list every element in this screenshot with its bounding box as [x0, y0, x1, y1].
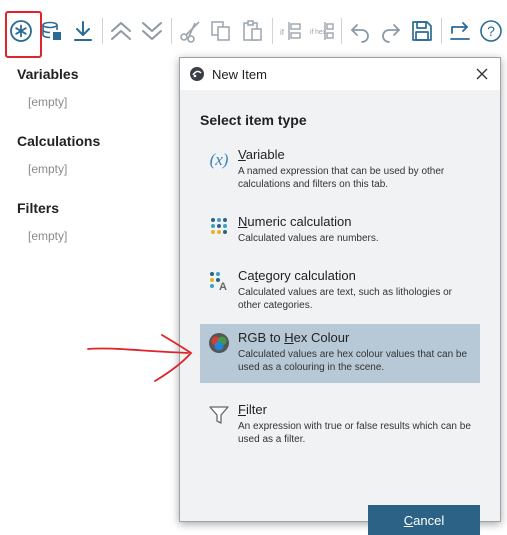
item-name: Category calculation [238, 268, 356, 283]
filters-section: Filters [empty] [17, 198, 167, 244]
if-block-icon: if [280, 22, 301, 40]
category-dots-icon: A [206, 268, 232, 294]
item-name: Numeric calculation [238, 214, 352, 229]
redo-button[interactable] [376, 14, 406, 48]
svg-text:if: if [280, 28, 285, 37]
numeric-dots-icon [206, 214, 232, 240]
toolbar: if if hex ? [0, 0, 507, 62]
item-type-numeric-calculation[interactable]: Numeric calculation Calculated values ar… [200, 208, 480, 251]
svg-text:if: if [310, 29, 314, 36]
undo-icon [350, 24, 369, 43]
paste-icon [242, 20, 262, 41]
save-button[interactable] [407, 14, 437, 48]
new-item-dialog: New Item Select item type (x) Variable A… [179, 57, 501, 535]
rgb-circles-icon [206, 330, 232, 356]
toolbar-separator [102, 18, 104, 44]
save-icon [412, 21, 432, 41]
item-name: Filter [238, 402, 267, 417]
variable-x-icon: (x) [206, 147, 232, 173]
app-logo-icon [190, 67, 204, 81]
scissors-icon [180, 21, 200, 43]
export-button[interactable] [445, 14, 475, 48]
section-empty-placeholder: [empty] [28, 95, 68, 109]
section-title-calculations: Calculations [17, 133, 101, 149]
item-name: Variable [238, 147, 285, 162]
section-empty-placeholder: [empty] [28, 162, 68, 176]
cut-button[interactable] [175, 14, 205, 48]
select-item-type-heading: Select item type [200, 112, 307, 128]
copy-button[interactable] [206, 14, 236, 48]
item-type-category-calculation[interactable]: A Category calculation Calculated values… [200, 262, 480, 318]
annotation-highlight-box [5, 11, 42, 58]
section-title-variables: Variables [17, 66, 79, 82]
help-button[interactable]: ? [476, 14, 506, 48]
download-arrow-icon [74, 21, 93, 41]
item-type-rgb-to-hex-colour[interactable]: RGB to Hex Colour Calculated values are … [200, 324, 480, 383]
insert-ifhex-button[interactable]: if hex [307, 14, 337, 48]
if-hex-block-icon: if hex [310, 22, 334, 40]
section-title-filters: Filters [17, 200, 60, 216]
svg-text:A: A [219, 281, 227, 292]
undo-button[interactable] [345, 14, 375, 48]
export-arrow-icon [450, 22, 470, 40]
dialog-titlebar: New Item [180, 58, 500, 90]
svg-text:(x): (x) [210, 150, 229, 169]
dialog-title: New Item [212, 66, 267, 82]
redo-icon [381, 24, 400, 43]
move-down-button[interactable] [137, 14, 167, 48]
help-icon: ? [480, 20, 502, 42]
funnel-icon [206, 402, 232, 428]
item-description: An expression with true or false results… [238, 421, 471, 445]
download-button[interactable] [68, 14, 98, 48]
close-icon [476, 68, 488, 80]
double-chevron-down-icon [142, 22, 163, 40]
calculations-section: Calculations [empty] [17, 131, 167, 177]
item-type-variable[interactable]: (x) Variable A named expression that can… [200, 141, 480, 197]
items-panel: Variables [empty] Calculations [empty] F… [17, 64, 167, 265]
dialog-close-button[interactable] [472, 64, 492, 84]
item-name: RGB to Hex Colour [238, 330, 350, 345]
toolbar-separator [171, 18, 173, 44]
item-description: Calculated values are text, such as lith… [238, 287, 453, 311]
insert-if-button[interactable]: if [276, 14, 306, 48]
database-import-icon [42, 21, 62, 40]
toolbar-separator [340, 18, 342, 44]
copy-icon [211, 21, 231, 41]
toolbar-separator [271, 18, 273, 44]
dialog-body: Select item type (x) Variable A named ex… [180, 90, 500, 535]
item-description: Calculated values are numbers. [238, 233, 379, 244]
move-up-button[interactable] [106, 14, 136, 48]
section-empty-placeholder: [empty] [28, 229, 68, 243]
item-type-filter[interactable]: Filter An expression with true or false … [200, 396, 480, 452]
paste-button[interactable] [238, 14, 268, 48]
variables-section: Variables [empty] [17, 64, 167, 110]
svg-text:?: ? [487, 23, 495, 39]
item-description: A named expression that can be used by o… [238, 166, 445, 190]
item-description: Calculated values are hex colour values … [238, 349, 468, 373]
double-chevron-up-icon [111, 22, 132, 40]
toolbar-separator [440, 18, 442, 44]
